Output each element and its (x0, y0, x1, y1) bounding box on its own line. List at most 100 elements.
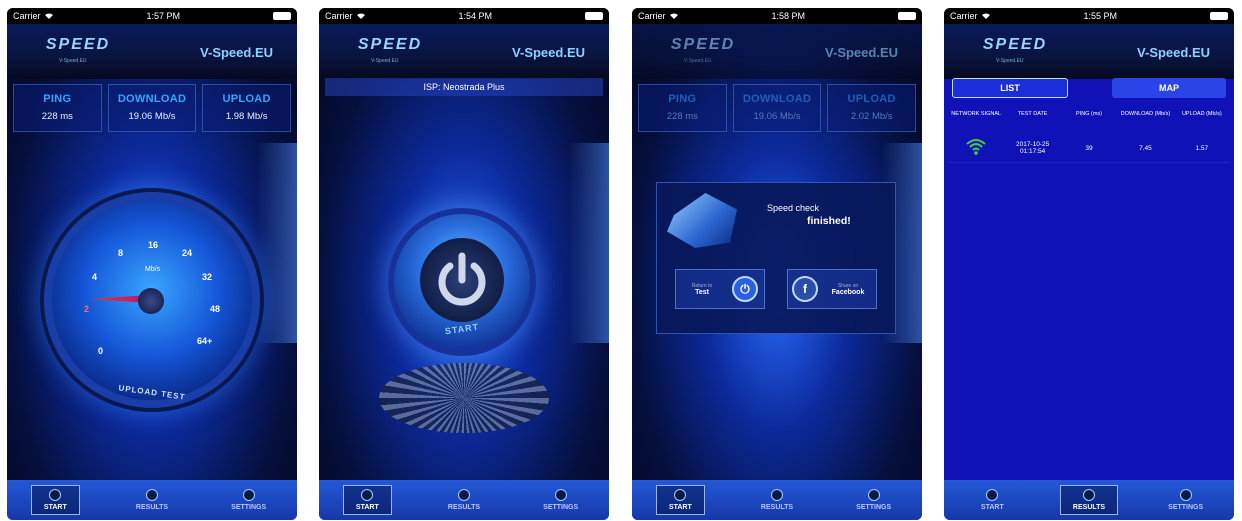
app-header: SPEED V-Speed.EU V-Speed.EU (319, 24, 609, 79)
dialog-title: Speed check (767, 203, 820, 213)
tab-bar: START RESULTS SETTINGS (319, 480, 609, 520)
status-bar: Carrier 1:57 PM (7, 8, 297, 24)
gauge-hub (138, 288, 164, 314)
brand-name: V-Speed.EU (200, 45, 273, 60)
decor-glow (569, 143, 609, 343)
wifi-icon (669, 13, 678, 19)
battery-icon (272, 12, 291, 20)
download-box: DOWNLOAD 19.06 Mb/s (107, 84, 197, 132)
carrier-label: Carrier (950, 11, 978, 21)
tab-start[interactable]: START (944, 480, 1041, 520)
tab-results[interactable]: RESULTS (416, 480, 513, 520)
clock: 1:58 PM (771, 11, 806, 21)
gauge-tick: 2 (84, 304, 90, 314)
row-ping: 39 (1085, 144, 1093, 152)
brand-name: V-Speed.EU (512, 45, 585, 60)
tab-settings[interactable]: SETTINGS (512, 480, 609, 520)
ping-value: 228 ms (666, 111, 698, 122)
dialog-subtitle: finished! (807, 215, 851, 227)
tab-bar: START RESULTS SETTINGS (632, 480, 922, 520)
app-header: SPEED V-Speed.EU V-Speed.EU (7, 24, 297, 79)
tab-results[interactable]: RESULTS (104, 480, 201, 520)
carrier-label: Carrier (325, 11, 353, 21)
speed-gauge: 0 2 4 8 16 24 32 48 64+ Mb/s (52, 200, 252, 400)
download-value: 19.06 Mb/s (753, 111, 801, 122)
gauge-tick: 0 (98, 346, 104, 356)
battery-icon (584, 12, 603, 20)
gauge-tick: 16 (148, 240, 159, 250)
settings-icon (554, 489, 567, 501)
tab-bar: START RESULTS SETTINGS (7, 480, 297, 520)
col-download: DOWNLOAD (Mb/s) (1120, 111, 1171, 117)
upload-value: 2.02 Mb/s (850, 111, 893, 122)
carrier-label: Carrier (638, 11, 666, 21)
row-download: 7.45 (1139, 144, 1152, 152)
gauge-tick: 64+ (197, 336, 213, 346)
battery-icon (1209, 12, 1228, 20)
app-header: SPEED V-Speed.EU V-Speed.EU (944, 24, 1234, 79)
tab-bar: START RESULTS SETTINGS (944, 480, 1234, 520)
wifi-signal-icon (966, 139, 986, 155)
settings-icon (867, 489, 880, 501)
brand-name: V-Speed.EU (1137, 45, 1210, 60)
status-bar: Carrier 1:55 PM (944, 8, 1234, 24)
tab-results[interactable]: RESULTS (1041, 480, 1138, 520)
settings-icon (242, 489, 255, 501)
speed-logo: SPEED V-Speed.EU (357, 36, 423, 64)
wifi-icon (44, 13, 53, 19)
wifi-icon (981, 13, 990, 19)
gauge-tick: 32 (202, 272, 213, 282)
col-upload: UPLOAD (Mb/s) (1181, 111, 1222, 117)
app-header: SPEED V-Speed.EU V-Speed.EU (632, 24, 922, 79)
clock: 1:57 PM (146, 11, 181, 21)
power-icon (438, 252, 486, 306)
list-tab[interactable]: LIST (952, 78, 1068, 98)
status-bar: Carrier 1:58 PM (632, 8, 922, 24)
col-test-date: TEST DATE (1017, 111, 1048, 117)
brand-name: V-Speed.EU (825, 45, 898, 60)
tab-settings[interactable]: SETTINGS (825, 480, 922, 520)
clock: 1:54 PM (458, 11, 493, 21)
gauge-unit: Mb/s (145, 266, 161, 273)
isp-label: ISP: Neostrada Plus (325, 78, 603, 96)
tab-start[interactable]: START (632, 480, 729, 520)
gauge-tick: 48 (210, 304, 221, 314)
tab-settings[interactable]: SETTINGS (200, 480, 297, 520)
upload-box: UPLOAD 1.98 Mb/s (202, 84, 292, 132)
decor-glow (257, 143, 297, 343)
ping-value: 228 ms (41, 111, 73, 122)
stats-panel: PING 228 ms DOWNLOAD 19.06 Mb/s UPLOAD 2.02… (638, 84, 917, 132)
row-upload: 1.57 (1195, 144, 1209, 152)
carrier-label: Carrier (13, 11, 41, 21)
power-icon: ⏻ (732, 276, 758, 302)
tab-results[interactable]: RESULTS (729, 480, 826, 520)
tab-start[interactable]: START (319, 480, 416, 520)
row-date: 2017-10-25 01:17:54 (1015, 141, 1050, 155)
turbine-decor (379, 363, 549, 433)
results-icon (1083, 489, 1095, 501)
tab-settings[interactable]: SETTINGS (1137, 480, 1234, 520)
table-row[interactable]: 2017-10-25 01:17:54 39 7.45 1.57 (948, 134, 1230, 163)
map-tab[interactable]: MAP (1112, 78, 1226, 98)
results-table-header: NETWORK SIGNAL TEST DATE PING (ms) DOWNL… (948, 111, 1230, 117)
col-network-signal: NETWORK SIGNAL (951, 111, 1002, 117)
ping-box: PING 228 ms (638, 84, 727, 132)
phone-screen-start: Carrier 1:54 PM SPEED V-Speed.EU V-Speed.… (319, 8, 609, 520)
start-icon (986, 489, 999, 501)
gauge-tick: 8 (118, 248, 124, 258)
settings-icon (1179, 489, 1192, 501)
return-to-test-button[interactable]: Return to Test ⏻ (675, 269, 765, 309)
download-box: DOWNLOAD 19.06 Mb/s (732, 84, 822, 132)
share-facebook-button[interactable]: f Share on Facebook (787, 269, 877, 309)
results-icon (458, 489, 470, 501)
col-ping: PING (ms) (1076, 111, 1102, 117)
start-button[interactable]: START (394, 214, 530, 350)
upload-value: 1.98 Mb/s (225, 111, 268, 122)
results-icon (146, 489, 158, 501)
start-icon (49, 489, 62, 501)
phone-screen-upload-test: Carrier 1:57 PM SPEED V-Speed.EU V-Speed.… (7, 8, 297, 520)
speed-logo: SPEED V-Speed.EU (982, 36, 1048, 64)
wifi-icon (356, 13, 365, 19)
tab-start[interactable]: START (7, 480, 104, 520)
clock: 1:55 PM (1083, 11, 1118, 21)
